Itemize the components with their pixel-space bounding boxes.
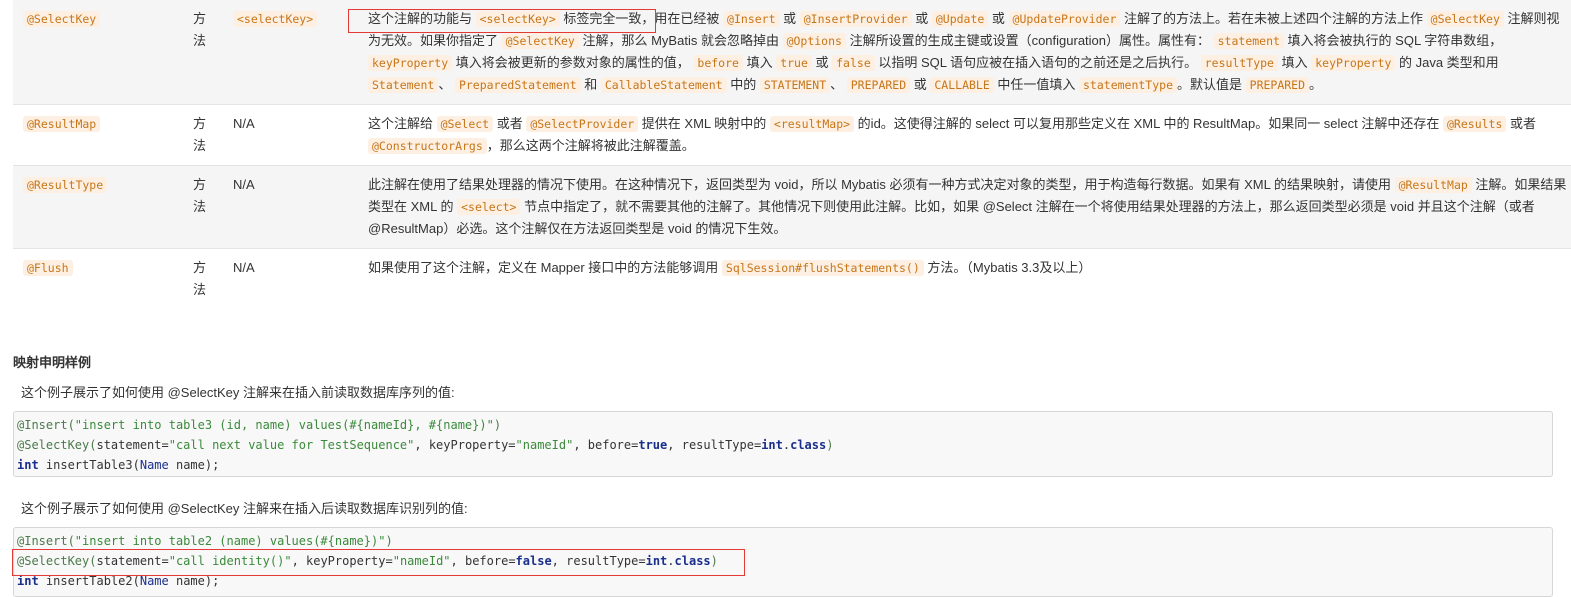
inline-code: resultType <box>1200 55 1278 71</box>
code-block-2: @Insert("insert into table2 (name) value… <box>13 527 1553 597</box>
code-line: @SelectKey(statement="call identity()", … <box>17 554 718 568</box>
inline-code: <select> <box>457 199 521 215</box>
inline-code: true <box>776 55 812 71</box>
inline-code: <resultMap> <box>769 116 855 132</box>
inline-code: @InsertProvider <box>799 11 912 27</box>
annotation-name: @SelectKey <box>23 11 101 27</box>
inline-code: @UpdateProvider <box>1008 11 1121 27</box>
inline-code: PREPARED <box>846 77 911 93</box>
xml-equivalent: <selectKey> <box>233 0 368 105</box>
annotation-description: 这个注解给 @Select 或者 @SelectProvider 提供在 XML… <box>368 116 1537 154</box>
example2-description: 这个例子展示了如何使用 @SelectKey 注解来在插入后读取数据库识别列的值… <box>21 501 468 516</box>
annotation-description: 这个注解的功能与 <selectKey> 标签完全一致，用在已经被 @Inser… <box>368 11 1560 93</box>
annotation-table: @SelectKey 方法 <selectKey> 这个注解的功能与 <selectK… <box>13 0 1571 309</box>
inline-code: @ConstructorArgs <box>368 138 487 154</box>
xml-equivalent: N/A <box>233 116 255 131</box>
annotation-target: 方法 <box>193 11 207 48</box>
annotation-target: 方法 <box>193 116 207 153</box>
inline-code: CallableStatement <box>600 77 727 93</box>
section-title: 映射申明样例 <box>13 355 92 370</box>
xml-equivalent: N/A <box>233 260 255 275</box>
inline-code: PreparedStatement <box>454 77 581 93</box>
code-line: int insertTable2(Name name); <box>17 574 220 588</box>
inline-code: keyProperty <box>1311 55 1396 71</box>
xml-equivalent: N/A <box>233 177 255 192</box>
inline-code: @SelectProvider <box>526 116 639 132</box>
inline-code: @SelectKey <box>501 33 579 49</box>
code-line: @SelectKey(statement="call next value fo… <box>17 438 834 452</box>
inline-code: @Update <box>931 11 989 27</box>
inline-code: Statement <box>368 77 439 93</box>
table-row: @Flush 方法 N/A 如果使用了这个注解，定义在 Mapper 接口中的方法能够… <box>13 249 1571 310</box>
inline-code: keyProperty <box>368 55 453 71</box>
annotation-target: 方法 <box>193 177 207 214</box>
inline-code: @Select <box>436 116 494 132</box>
inline-code: @Options <box>782 33 846 49</box>
inline-code: before <box>693 55 743 71</box>
code-line: @Insert("insert into table2 (name) value… <box>17 534 393 548</box>
table-row: @ResultMap 方法 N/A 这个注解给 @Select 或者 @SelectP… <box>13 105 1571 166</box>
annotation-description: 此注解在使用了结果处理器的情况下使用。在这种情况下，返回类型为 void，所以 … <box>368 177 1567 236</box>
example1-description: 这个例子展示了如何使用 @SelectKey 注解来在插入前读取数据库序列的值: <box>21 385 455 400</box>
annotation-name: @Flush <box>23 260 73 276</box>
inline-code: @SelectKey <box>1426 11 1504 27</box>
code-line: int insertTable3(Name name); <box>17 458 220 472</box>
inline-code: STATEMENT <box>759 77 831 93</box>
annotation-target: 方法 <box>193 260 207 297</box>
annotation-name: @ResultType <box>23 177 108 193</box>
inline-code: @Results <box>1443 116 1507 132</box>
annotation-name: @ResultMap <box>23 116 101 132</box>
table-row: @SelectKey 方法 <selectKey> 这个注解的功能与 <selectK… <box>13 0 1571 105</box>
inline-code: SqlSession#flushStatements() <box>721 260 924 276</box>
table-row: @ResultType 方法 N/A 此注解在使用了结果处理器的情况下使用。在这种情况… <box>13 165 1571 249</box>
inline-code: PREPARED <box>1245 77 1310 93</box>
inline-code: <selectKey> <box>475 11 560 27</box>
code-line: @Insert("insert into table3 (id, name) v… <box>17 418 502 432</box>
code-block-1: @Insert("insert into table3 (id, name) v… <box>13 411 1553 477</box>
inline-code: CALLABLE <box>930 77 994 93</box>
inline-code: @ResultMap <box>1394 177 1472 193</box>
annotation-description: 如果使用了这个注解，定义在 Mapper 接口中的方法能够调用 SqlSessi… <box>368 260 1092 276</box>
inline-code: false <box>832 55 875 71</box>
inline-code: statementType <box>1079 77 1178 93</box>
inline-code: @Insert <box>723 11 780 27</box>
inline-code: statement <box>1213 33 1284 49</box>
xml-tag: <selectKey> <box>233 11 318 27</box>
